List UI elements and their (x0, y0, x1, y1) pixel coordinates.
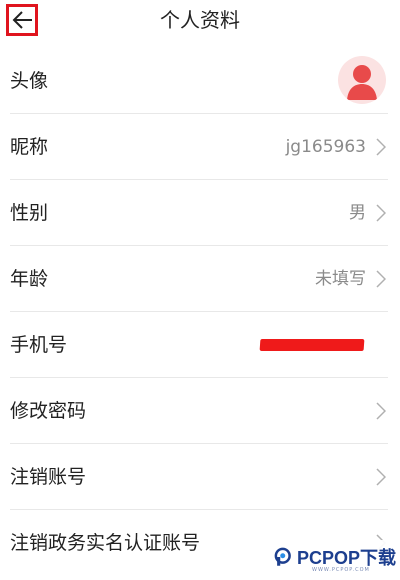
chevron-right-icon (376, 204, 386, 222)
chevron-right-icon (376, 270, 386, 288)
chevron-right-icon (376, 468, 386, 486)
row-label: 年龄 (10, 268, 49, 290)
row-value: 未填写 (315, 269, 366, 289)
user-avatar-icon[interactable] (338, 56, 386, 104)
row-value: jg165963 (285, 137, 366, 157)
watermark: PCPOP下载 WWW.PCPOP.COM (272, 540, 396, 574)
row-delete-account[interactable]: 注销账号 (10, 444, 388, 510)
row-age[interactable]: 年龄 未填写 (10, 246, 388, 312)
page-title: 个人资料 (160, 8, 240, 32)
profile-page: 个人资料 头像 昵称 jg165963 性别 男 年龄 未填写 手机号 修改密码… (0, 0, 400, 580)
row-gender[interactable]: 性别 男 (10, 180, 388, 246)
row-label: 昵称 (10, 136, 49, 158)
profile-list: 头像 昵称 jg165963 性别 男 年龄 未填写 手机号 修改密码 注销账号… (0, 48, 400, 576)
row-avatar[interactable]: 头像 (10, 48, 388, 114)
row-label: 注销账号 (10, 466, 87, 488)
redaction-mark (259, 339, 365, 351)
chevron-right-icon (376, 138, 386, 156)
pcpop-logo-icon (274, 547, 291, 566)
row-change-password[interactable]: 修改密码 (10, 378, 388, 444)
row-nickname[interactable]: 昵称 jg165963 (10, 114, 388, 180)
row-label: 手机号 (10, 334, 68, 356)
row-label: 注销政务实名认证账号 (10, 532, 201, 554)
row-label: 修改密码 (10, 400, 87, 422)
row-phone[interactable]: 手机号 (10, 312, 388, 378)
row-value: 男 (349, 203, 366, 223)
chevron-right-icon (376, 402, 386, 420)
row-label: 性别 (10, 202, 49, 224)
header: 个人资料 (0, 0, 400, 44)
watermark-subtext: WWW.PCPOP.COM (312, 567, 370, 573)
row-label: 头像 (10, 70, 49, 92)
